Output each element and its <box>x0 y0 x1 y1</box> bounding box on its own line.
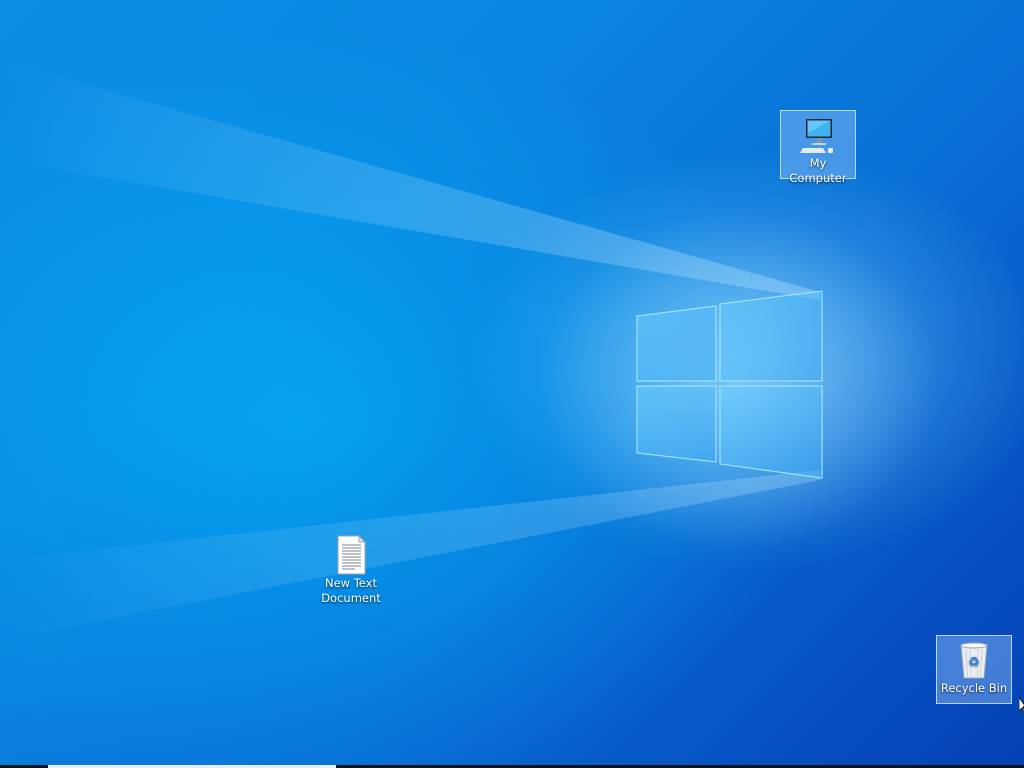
desktop-icon-recycle-bin[interactable]: ♻ Recycle Bin <box>936 635 1012 704</box>
desktop-icon-label: New Text Document <box>321 576 381 605</box>
svg-text:♻: ♻ <box>968 655 980 670</box>
desktop-icon-new-text-document[interactable]: New Text Document <box>313 531 389 613</box>
wallpaper <box>0 60 940 640</box>
desktop[interactable]: My Computer New Text Document ♻ Recycle … <box>0 0 1024 768</box>
computer-icon <box>800 119 833 153</box>
text-document-icon <box>337 535 367 575</box>
desktop-icon-label: Recycle Bin <box>940 681 1008 695</box>
recycle-bin-icon: ♻ <box>960 642 988 679</box>
desktop-icon-my-computer[interactable]: My Computer <box>780 110 856 185</box>
desktop-icon-label: My Computer <box>789 156 847 185</box>
mouse-cursor-icon <box>1019 697 1024 713</box>
